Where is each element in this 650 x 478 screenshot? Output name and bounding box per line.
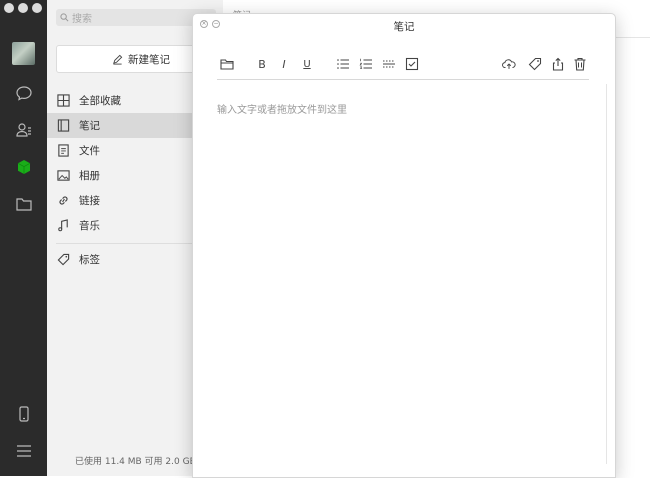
trash-icon[interactable] bbox=[571, 54, 589, 74]
nav-item-label: 音乐 bbox=[79, 220, 100, 232]
bold-label: B bbox=[258, 57, 266, 71]
checkbox-icon[interactable] bbox=[403, 54, 421, 74]
app-rail bbox=[0, 0, 47, 476]
window-title: 笔记 bbox=[393, 21, 415, 33]
file-icon bbox=[58, 144, 69, 157]
storage-usage: 已使用 11.4 MB 可用 2.0 GB bbox=[75, 457, 196, 467]
notebook-icon bbox=[57, 119, 70, 132]
search-icon bbox=[60, 13, 69, 22]
underline-button[interactable]: U bbox=[298, 54, 316, 74]
share-icon[interactable] bbox=[549, 54, 567, 74]
bold-button[interactable]: B bbox=[253, 54, 271, 74]
bullet-list-icon[interactable] bbox=[334, 54, 352, 74]
nav-item-label: 标签 bbox=[79, 254, 100, 266]
pencil-icon bbox=[113, 54, 123, 65]
editor-toolbar: B I U bbox=[217, 54, 589, 76]
window-controls bbox=[4, 3, 42, 13]
editor-placeholder: 输入文字或者拖放文件到这里 bbox=[217, 105, 347, 116]
music-icon bbox=[58, 219, 68, 232]
nav-item-label: 相册 bbox=[79, 170, 100, 182]
toolbar-divider bbox=[217, 79, 589, 80]
grid-icon bbox=[57, 94, 70, 107]
divider-line-icon[interactable] bbox=[380, 54, 398, 74]
chat-icon[interactable] bbox=[13, 82, 34, 103]
italic-button[interactable]: I bbox=[275, 54, 293, 74]
underline-label: U bbox=[303, 58, 311, 70]
zoom-dot[interactable] bbox=[32, 3, 42, 13]
avatar[interactable] bbox=[12, 42, 35, 65]
menu-icon[interactable] bbox=[13, 440, 34, 461]
cloud-upload-icon[interactable] bbox=[500, 54, 518, 74]
link-icon bbox=[59, 196, 68, 205]
note-editor-input[interactable]: 输入文字或者拖放文件到这里 bbox=[217, 101, 589, 116]
editor-scrollbar[interactable] bbox=[606, 84, 607, 464]
nav-item-label: 链接 bbox=[79, 195, 100, 207]
new-note-label: 新建笔记 bbox=[128, 53, 170, 66]
minimize-dot[interactable] bbox=[18, 3, 28, 13]
italic-label: I bbox=[282, 57, 286, 71]
nav-item-label: 笔记 bbox=[79, 120, 100, 132]
search-placeholder: 搜索 bbox=[72, 14, 92, 25]
tag-icon bbox=[57, 253, 70, 266]
image-icon bbox=[57, 170, 70, 181]
tag-icon[interactable] bbox=[526, 54, 544, 74]
numbered-list-icon[interactable] bbox=[357, 54, 375, 74]
folder-icon[interactable] bbox=[13, 193, 34, 214]
phone-icon[interactable] bbox=[13, 403, 34, 424]
open-folder-icon[interactable] bbox=[218, 54, 236, 74]
nav-item-label: 文件 bbox=[79, 145, 100, 157]
favorites-cube-icon[interactable] bbox=[13, 156, 34, 177]
note-editor-window: × − 笔记 B I U 输入文字或者拖放文件到这里 bbox=[192, 13, 616, 478]
nav-item-label: 全部收藏 bbox=[79, 95, 121, 107]
close-dot[interactable] bbox=[4, 3, 14, 13]
contacts-icon[interactable] bbox=[13, 119, 34, 140]
